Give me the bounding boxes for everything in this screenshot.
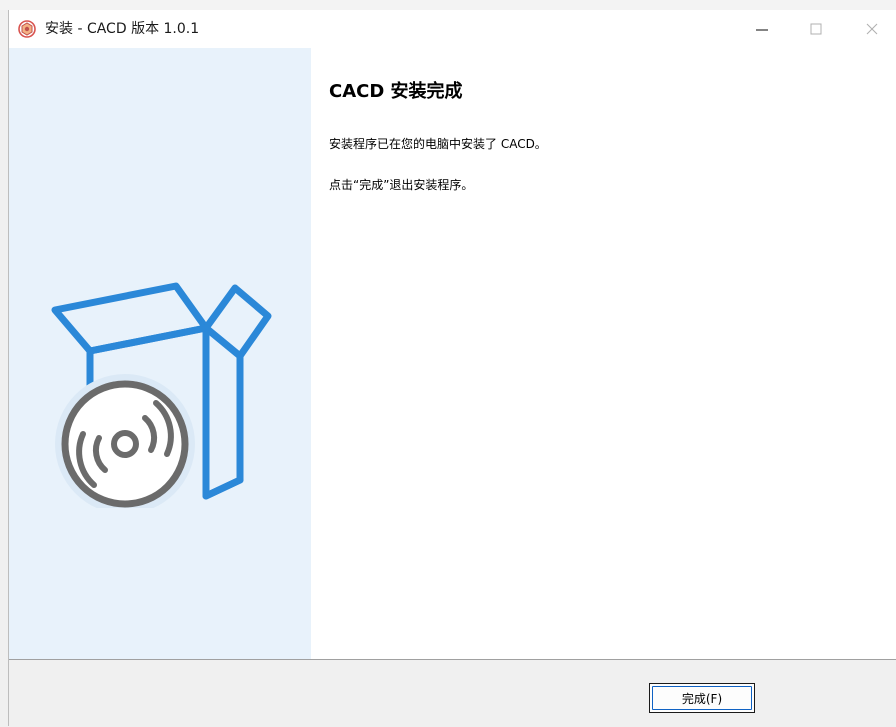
minimize-button[interactable] — [739, 10, 785, 48]
background-strip — [0, 0, 896, 10]
page-title: CACD 安装完成 — [329, 81, 463, 102]
installer-window: 安装 - CACD 版本 1.0.1 CACD 安装完成 安装程序已在您的电脑中… — [8, 10, 896, 727]
finish-button[interactable]: 完成(F) — [649, 683, 755, 713]
wizard-footer: 完成(F) — [9, 659, 896, 727]
title-bar[interactable]: 安装 - CACD 版本 1.0.1 — [9, 10, 896, 48]
close-icon — [866, 23, 878, 35]
maximize-icon — [810, 23, 822, 35]
wizard-content: CACD 安装完成 安装程序已在您的电脑中安装了 CACD。 点击“完成”退出安… — [311, 48, 896, 659]
installer-app-icon — [18, 20, 36, 38]
maximize-button[interactable] — [793, 10, 839, 48]
finish-button-label: 完成(F) — [681, 691, 723, 706]
finish-instruction: 点击“完成”退出安装程序。 — [329, 178, 474, 192]
wizard-sidebar — [9, 48, 311, 659]
minimize-icon — [756, 29, 768, 31]
software-box-cd-icon — [51, 282, 272, 508]
window-title: 安装 - CACD 版本 1.0.1 — [45, 21, 200, 37]
completion-message: 安装程序已在您的电脑中安装了 CACD。 — [329, 137, 547, 151]
close-button[interactable] — [849, 10, 895, 48]
